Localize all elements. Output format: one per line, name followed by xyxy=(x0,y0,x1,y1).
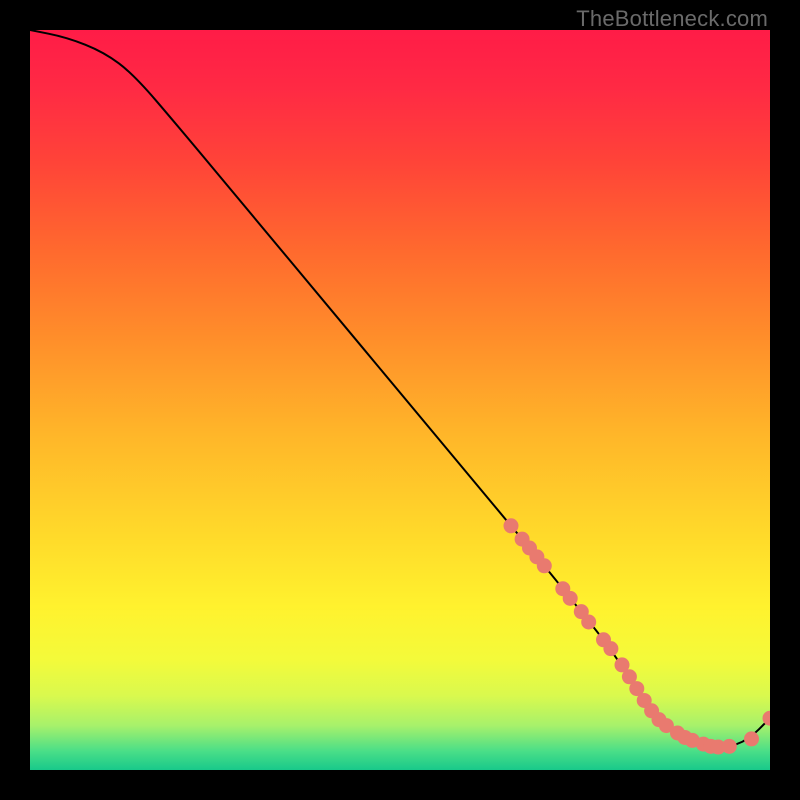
chart-stage: TheBottleneck.com xyxy=(0,0,800,800)
data-marker xyxy=(722,739,737,754)
gradient-rect xyxy=(30,30,770,770)
data-marker xyxy=(563,591,578,606)
chart-plot xyxy=(30,30,770,770)
data-marker xyxy=(744,731,759,746)
watermark-text: TheBottleneck.com xyxy=(576,6,768,32)
data-marker xyxy=(537,558,552,573)
data-marker xyxy=(603,641,618,656)
data-marker xyxy=(504,518,519,533)
data-marker xyxy=(581,615,596,630)
